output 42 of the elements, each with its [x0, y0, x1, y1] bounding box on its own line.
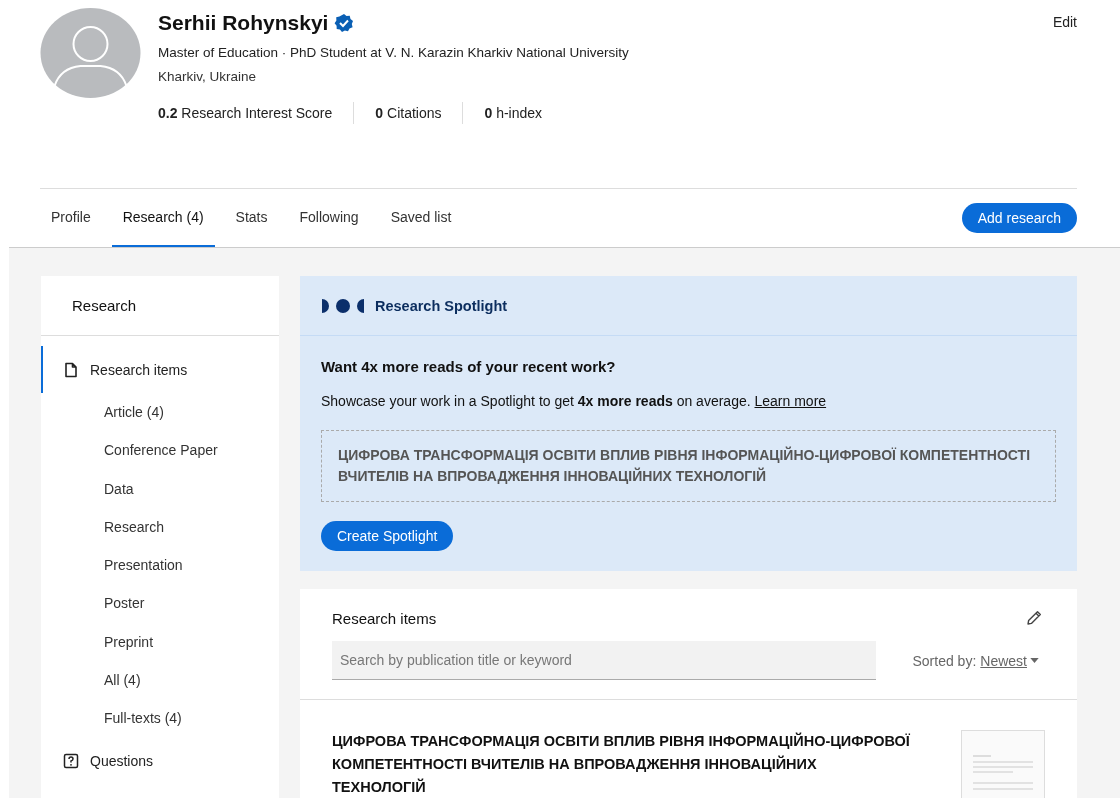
pencil-icon[interactable]	[1025, 609, 1043, 627]
search-field[interactable]: Search by publication title or keyword	[332, 641, 876, 680]
sidebar-subitem[interactable]: Article (4)	[41, 393, 279, 432]
edit-link[interactable]: Edit	[1052, 14, 1077, 30]
sidebar-item[interactable]: Research items	[41, 346, 279, 393]
section-title: Research items	[332, 609, 437, 627]
sidebar-item[interactable]: Questions	[41, 737, 279, 785]
learn-more-link[interactable]: Learn more	[754, 393, 827, 409]
stat-text: 0 h-index	[484, 105, 543, 121]
sidebar-subitem[interactable]: Research	[41, 507, 279, 547]
profile-headline: Master of Education · PhD Student at V. N. Karazin Kharkiv National University	[158, 45, 630, 60]
sidebar-subitem[interactable]: Poster	[41, 584, 279, 623]
spotlight-title: Research Spotlight	[375, 297, 508, 314]
spotlight-text: Showcase your work in a Spotlight to get 4x more reads on average. Learn more	[321, 393, 828, 409]
tab[interactable]: Saved list	[379, 189, 463, 247]
document-icon	[63, 361, 79, 378]
sidebar-subitem[interactable]: Full-texts (4)	[41, 699, 279, 738]
sidebar-subitem[interactable]: Presentation	[41, 546, 279, 585]
sidebar-subitem[interactable]: Conference Paper	[41, 431, 279, 470]
sort-dropdown[interactable]: Newest	[980, 652, 1039, 669]
sidebar-title: Research	[41, 276, 279, 336]
sort-label: Sorted by:	[912, 652, 977, 669]
publication-title[interactable]: ЦИФРОВА ТРАНСФОРМАЦІЯ ОСВІТИ ВПЛИВ РІВНЯ ІНФОРМАЦІЙНО-ЦИФРОВОЇ КОМПЕТЕНТНОСТІ ВЧИТЕЛІВ НА ВПРОВАДЖЕННЯ ІННОВАЦІЙНИХ ТЕХНОЛОГІЙ	[332, 730, 912, 798]
profile-name: Serhii Rohynskyi	[158, 11, 329, 35]
sidebar-subitem[interactable]: Data	[41, 469, 279, 508]
caret-icon	[1030, 658, 1039, 663]
featured-publication: ЦИФРОВА ТРАНСФОРМАЦІЯ ОСВІТИ ВПЛИВ РІВНЯ ІНФОРМАЦІЙНО-ЦИФРОВОЇ КОМПЕТЕНТНОСТІ ВЧИТЕЛІВ НА ВПРОВАДЖЕННЯ ІННОВАЦІЙНИХ ТЕХНОЛОГІЙ	[321, 430, 1056, 502]
sidebar-subitem[interactable]: Preprint	[41, 622, 279, 662]
question-icon	[63, 753, 79, 770]
profile-location: Kharkiv, Ukraine	[158, 69, 258, 84]
tab[interactable]: Profile	[40, 189, 102, 247]
sidebar-subitem[interactable]: All (4)	[41, 661, 279, 700]
avatar-icon	[40, 8, 141, 98]
tab[interactable]: Stats	[224, 189, 279, 247]
stat-text: 0 Citations	[375, 105, 442, 121]
stat-text: 0.2 Research Interest Score	[158, 105, 333, 121]
spotlight-heading: Want 4x more reads of your recent work?	[321, 358, 617, 375]
create-spotlight-button[interactable]: Create Spotlight	[321, 521, 454, 551]
document-thumbnail[interactable]	[961, 730, 1045, 798]
logo-icon	[321, 297, 365, 314]
add-research-button[interactable]: Add research	[961, 203, 1077, 233]
tab[interactable]: Following	[288, 189, 370, 247]
